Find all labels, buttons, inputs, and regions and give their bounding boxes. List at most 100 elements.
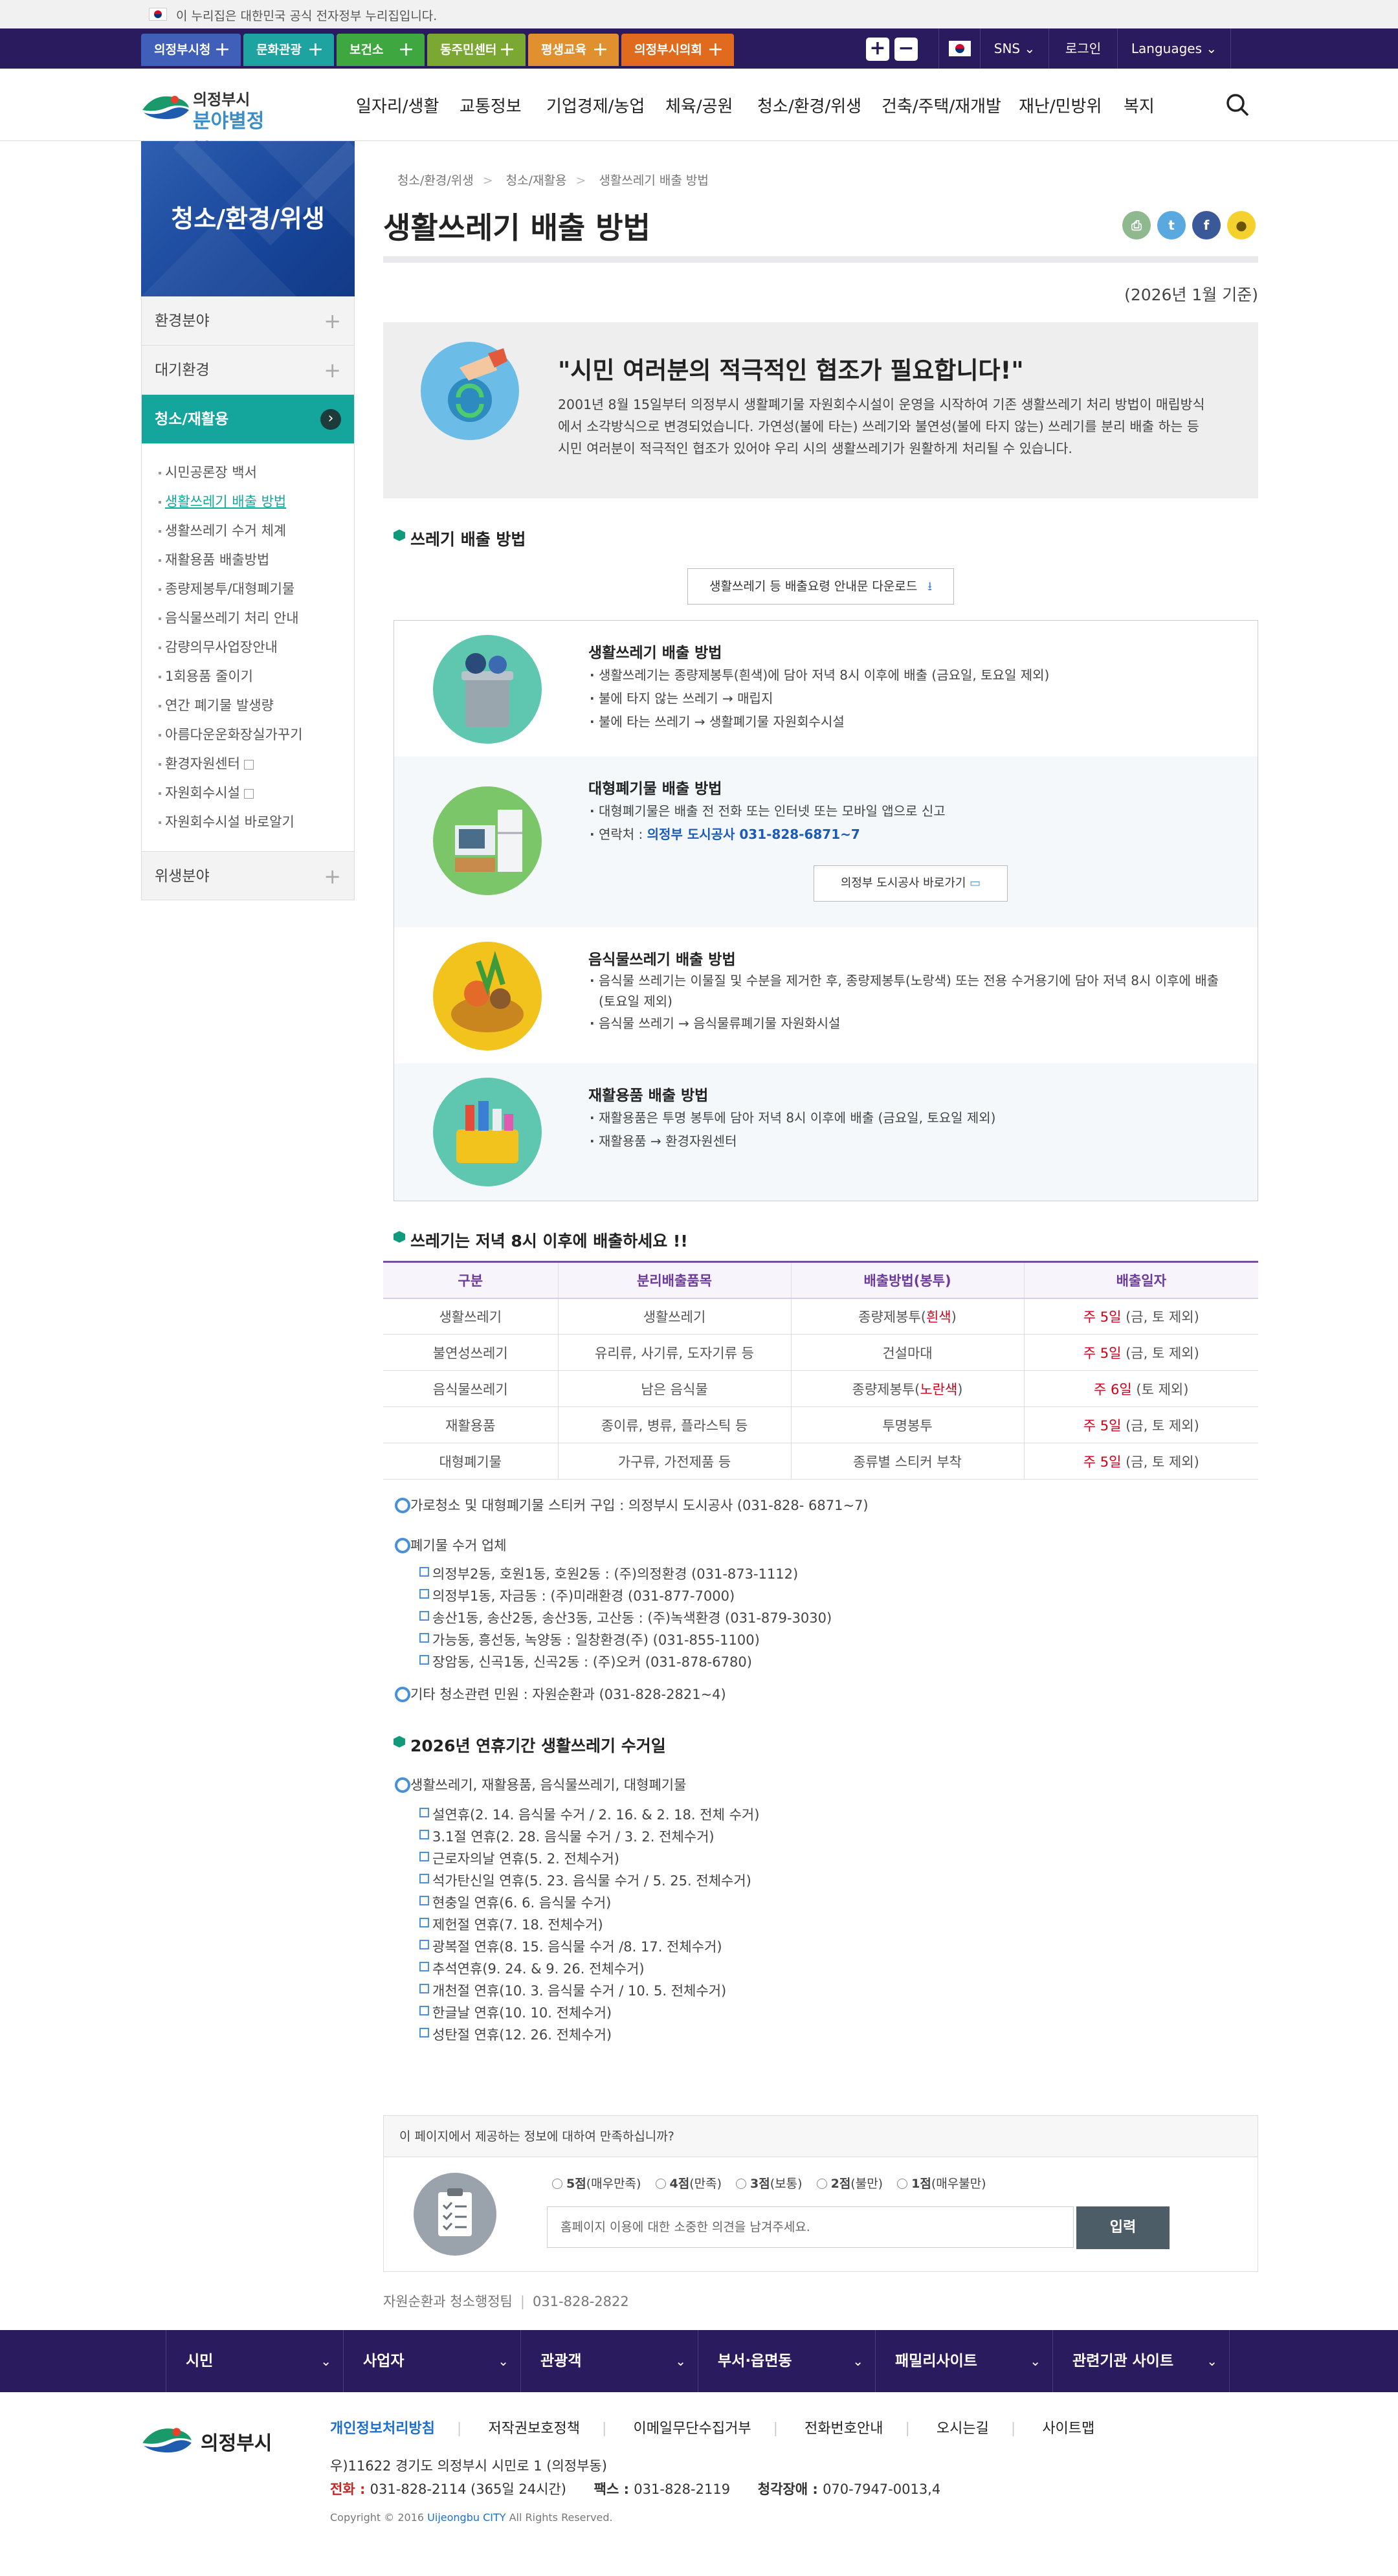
languages-menu[interactable]: Languages ⌄	[1117, 28, 1231, 69]
side-nav-cleaning[interactable]: 청소/재활용 ›	[141, 395, 355, 444]
intro-body: 2001년 8월 15일부터 의정부시 생활폐기물 자원회수시설이 운영을 시작…	[558, 397, 1205, 456]
footer-logo: 의정부시	[141, 2418, 283, 2463]
zoom-out-button[interactable]: −	[894, 38, 918, 61]
table-header: 구분	[383, 1261, 558, 1299]
submenu-item[interactable]: 음식물쓰레기 처리 안내	[159, 604, 354, 633]
site-tab-health[interactable]: 보건소 +	[337, 34, 425, 66]
email-refusal-link[interactable]: 이메일무단수집거부	[633, 2421, 751, 2437]
breadcrumb-item[interactable]: 청소/환경/위생	[397, 173, 474, 188]
disposal-methods-box: 생활쓰레기 배출 방법 생활쓰레기는 종량제봉투(흰색)에 담아 저녁 8시 이…	[394, 620, 1258, 1201]
download-icon: ⭳	[927, 579, 933, 594]
intro-box: "시민 여러분의 적극적인 협조가 필요합니다!" 2001년 8월 15일부터…	[383, 322, 1258, 498]
site-tab-council[interactable]: 의정부시의회 +	[621, 34, 734, 66]
submenu-item[interactable]: 자원회수시설	[159, 779, 354, 808]
plus-icon: +	[324, 358, 341, 383]
submenu-item[interactable]: 1회용품 줄이기	[159, 662, 354, 691]
site-tab-cityhall[interactable]: 의정부시청 +	[141, 34, 241, 66]
directions-link[interactable]: 오시는길	[937, 2421, 989, 2437]
kakao-icon[interactable]: ●	[1227, 211, 1256, 239]
food-waste-block: 음식물쓰레기 배출 방법 음식물 쓰레기는 이물질 및 수분을 제거한 후, 종…	[394, 927, 1258, 1063]
intro-heading: "시민 여러분의 적극적인 협조가 필요합니다!"	[558, 357, 1024, 384]
site-header: 의정부시 분야별정보 일자리/생활 교통정보 기업경제/농업 체육/공원 청소/…	[0, 69, 1398, 161]
submenu-item[interactable]: 감량의무사업장안내	[159, 633, 354, 662]
footer-nav-tourist[interactable]: 관광객 ⌄	[520, 2330, 698, 2392]
site-tab-culture[interactable]: 문화관광 +	[243, 34, 334, 66]
chevron-down-icon: ⌄	[1206, 41, 1217, 56]
search-icon[interactable]	[1225, 92, 1250, 118]
side-nav-submenu: 시민공론장 백서 생활쓰레기 배출 방법 생활쓰레기 수거 체계 재활용품 배출…	[141, 444, 355, 851]
table-header: 배출방법(봉투)	[790, 1261, 1024, 1299]
bulky-waste-title: 대형폐기물 배출 방법	[588, 781, 722, 797]
gnb-welfare[interactable]: 복지	[1124, 93, 1155, 117]
footer-links: 개인정보처리방침 | 저작권보호정책 | 이메일무단수집거부 | 전화번호안내 | 오시…	[330, 2421, 1095, 2437]
submenu-item[interactable]: 연간 폐기물 발생량	[159, 691, 354, 720]
site-tab-education[interactable]: 평생교육 +	[528, 34, 619, 66]
footer-nav-family-sites[interactable]: 패밀리사이트 ⌄	[875, 2330, 1052, 2392]
facebook-icon[interactable]: f	[1192, 211, 1221, 239]
rating-1-radio[interactable]: 1점(매우불만)	[897, 2174, 986, 2192]
gnb-transport[interactable]: 교통정보	[460, 93, 522, 117]
gnb-sports[interactable]: 체육/공원	[665, 93, 733, 117]
privacy-policy-link[interactable]: 개인정보처리방침	[330, 2421, 435, 2437]
plus-icon: +	[324, 864, 341, 889]
general-waste-title: 생활쓰레기 배출 방법	[588, 645, 722, 661]
footer-nav-related-sites[interactable]: 관련기관 사이트 ⌄	[1052, 2330, 1230, 2392]
external-link-icon	[243, 759, 254, 770]
submenu-item[interactable]: 재활용품 배출방법	[159, 546, 354, 575]
side-nav-hygiene[interactable]: 위생분야 +	[141, 851, 355, 900]
submenu-item[interactable]: 생활쓰레기 수거 체계	[159, 516, 354, 546]
gnb-environment[interactable]: 청소/환경/위생	[757, 93, 861, 117]
twitter-icon[interactable]: t	[1157, 211, 1186, 239]
submenu-item[interactable]: 아름다운운화장실가꾸기	[159, 720, 354, 749]
submenu-item[interactable]: 환경자원센터	[159, 749, 354, 779]
survey-options: 5점(매우만족) 4점(만족) 3점(보통) 2점(불만) 1점(매우불만)	[552, 2174, 997, 2192]
footer-nav-departments[interactable]: 부서·읍면동 ⌄	[698, 2330, 875, 2392]
rating-5-radio[interactable]: 5점(매우만족)	[552, 2174, 641, 2192]
zoom-in-button[interactable]: +	[866, 38, 889, 61]
rating-2-radio[interactable]: 2점(불만)	[816, 2174, 883, 2192]
korea-flag-icon	[938, 28, 980, 69]
gnb-jobs[interactable]: 일자리/생활	[356, 93, 439, 117]
gnb-economy[interactable]: 기업경제/농업	[546, 93, 645, 117]
submenu-item[interactable]: 시민공론장 백서	[159, 458, 354, 487]
table-header-row: 구분 분리배출품목 배출방법(봉투) 배출일자	[383, 1261, 1258, 1299]
table-row: 불연성쓰레기 유리류, 사기류, 도자기류 등 건설마대 주 5일 (금, 토 제…	[383, 1334, 1258, 1371]
sitemap-link[interactable]: 사이트맵	[1042, 2421, 1094, 2437]
survey-question: 이 페이지에서 제공하는 정보에 대하여 만족하십니까?	[384, 2116, 1258, 2157]
download-guide-button[interactable]: 생활쓰레기 등 배출요령 안내문 다운로드 ⭳	[687, 568, 954, 605]
collector-item: 송산1동, 송산2동, 송산3동, 고산동 : (주)녹색환경 (031-879…	[419, 1608, 832, 1627]
food-waste-icon	[433, 942, 542, 1050]
submit-button[interactable]: 입력	[1076, 2206, 1170, 2249]
site-logo[interactable]: 의정부시 분야별정보	[141, 85, 277, 161]
gnb-disaster[interactable]: 재난/민방위	[1019, 93, 1102, 117]
copyright-policy-link[interactable]: 저작권보호정책	[488, 2421, 580, 2437]
site-topbar: 의정부시청 + 문화관광 + 보건소 + 동주민센터 + 평생교육 + 의정부시의회 + +…	[0, 28, 1398, 69]
site-tab-community[interactable]: 동주민센터 +	[427, 34, 526, 66]
feedback-input[interactable]: 홈페이지 이용에 대한 소중한 의견을 남겨주세요.	[547, 2206, 1074, 2248]
print-icon[interactable]: ⎙	[1122, 211, 1151, 239]
rating-4-radio[interactable]: 4점(만족)	[655, 2174, 722, 2192]
submenu-item[interactable]: 종량제봉투/대형폐기물	[159, 575, 354, 604]
side-nav-environment[interactable]: 환경분야 +	[141, 296, 355, 346]
gov-banner: 이 누리집은 대한민국 공식 전자정부 누리집입니다.	[0, 0, 1398, 28]
footer-nav-citizen[interactable]: 시민 ⌄	[166, 2330, 343, 2392]
sns-menu[interactable]: SNS ⌄	[980, 28, 1048, 69]
footer-nav-business[interactable]: 사업자 ⌄	[343, 2330, 520, 2392]
holiday-item: 한글날 연휴(10. 10. 전체수거)	[419, 2003, 612, 2022]
contact-phone: 의정부 도시공사 031-828-6871~7	[647, 827, 860, 842]
submenu-item-active[interactable]: 생활쓰레기 배출 방법	[159, 487, 354, 516]
collector-item: 의정부2동, 호원1동, 호원2동 : (주)의정환경 (031-873-111…	[419, 1564, 798, 1583]
plus-icon: +	[307, 38, 324, 61]
table-row: 대형폐기물 가구류, 가전제품 등 종류별 스티커 부착 주 5일 (금, 토 제…	[383, 1443, 1258, 1480]
plus-icon: +	[324, 309, 341, 333]
table-header: 배출일자	[1023, 1261, 1258, 1299]
city-corporation-link-button[interactable]: 의정부 도시공사 바로가기 ▭	[814, 865, 1008, 902]
submenu-item[interactable]: 자원회수시설 바로알기	[159, 808, 354, 837]
phone-directory-link[interactable]: 전화번호안내	[804, 2421, 883, 2437]
rating-3-radio[interactable]: 3점(보통)	[736, 2174, 803, 2192]
bulky-waste-block: 대형폐기물 배출 방법 대형폐기물은 배출 전 전화 또는 인터넷 또는 모바일…	[394, 757, 1258, 927]
breadcrumb-item[interactable]: 청소/재활용	[506, 173, 567, 188]
side-nav-air[interactable]: 대기환경 +	[141, 346, 355, 395]
gnb-housing[interactable]: 건축/주택/재개발	[882, 93, 1001, 117]
login-link[interactable]: 로그인	[1048, 28, 1117, 69]
